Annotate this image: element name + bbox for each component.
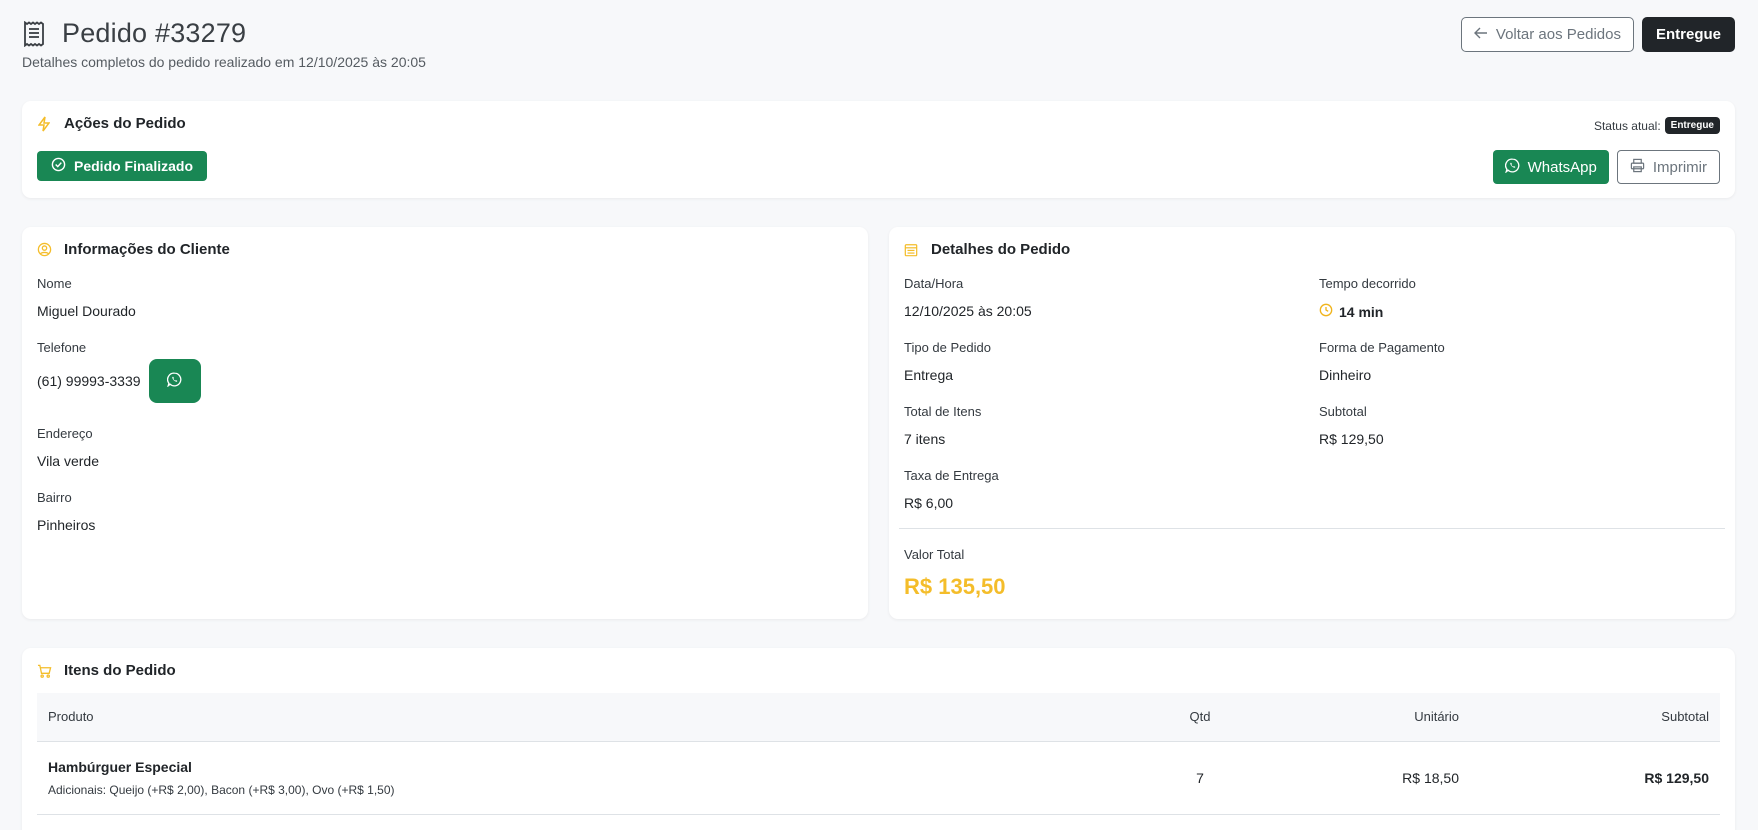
check-circle-icon: [51, 157, 66, 175]
delivery-fee: R$ 6,00: [904, 495, 954, 511]
phone-row: (61) 99993-3339: [37, 359, 201, 403]
order-actions-card: Ações do Pedido Pedido Finalizado Status…: [22, 101, 1735, 198]
client-district-label: Bairro: [37, 490, 72, 505]
receipt-icon: [22, 20, 48, 47]
client-district-field: Bairro Pinheiros: [37, 490, 95, 533]
col-qty: Qtd: [1170, 693, 1230, 742]
whatsapp-button[interactable]: WhatsApp: [1492, 150, 1609, 184]
client-name-field: Nome Miguel Dourado: [37, 276, 136, 319]
print-button[interactable]: Imprimir: [1616, 150, 1720, 184]
order-finalized-button[interactable]: Pedido Finalizado: [37, 151, 208, 181]
order-type-field: Tipo de Pedido Entrega: [904, 340, 991, 383]
status-prefix: Status atual:: [1593, 118, 1661, 133]
table-row: Hambúrguer Especial Adicionais: Queijo (…: [37, 741, 1720, 815]
col-product: Produto: [37, 693, 1170, 742]
unit-price-cell: R$ 18,50: [1230, 741, 1470, 815]
col-unit: Unitário: [1230, 693, 1470, 742]
client-name-label: Nome: [37, 276, 72, 291]
payment-method: Dinheiro: [1319, 367, 1372, 383]
lightning-icon: [36, 116, 52, 132]
order-type: Entrega: [904, 367, 954, 383]
client-address-field: Endereço Vila verde: [37, 426, 99, 469]
client-phone: (61) 99993-3339: [37, 373, 141, 389]
total-items-field: Total de Itens 7 itens: [904, 404, 982, 447]
order-datetime-field: Data/Hora 12/10/2025 às 20:05: [904, 276, 1032, 319]
whatsapp-icon: [167, 372, 182, 390]
delivery-fee-field: Taxa de Entrega R$ 6,00: [904, 468, 999, 511]
table-header-row: Produto Qtd Unitário Subtotal: [37, 693, 1720, 742]
order-actions-title: Ações do Pedido: [36, 115, 186, 132]
order-details-card: Detalhes do Pedido Data/Hora 12/10/2025 …: [889, 227, 1735, 619]
cart-icon: [36, 663, 52, 679]
qty-cell: 7: [1170, 741, 1230, 815]
details-divider: [899, 528, 1725, 529]
client-phone-label: Telefone: [37, 340, 87, 355]
row-subtotal-cell: R$ 129,50: [1470, 741, 1720, 815]
client-info-title: Informações do Cliente: [36, 241, 230, 258]
subtotal: R$ 129,50: [1319, 431, 1384, 447]
status-delivered-button[interactable]: Entregue: [1641, 17, 1735, 52]
client-address-label: Endereço: [37, 426, 93, 441]
user-circle-icon: [36, 242, 52, 258]
product-additions: Adicionais: Queijo (+R$ 2,00), Bacon (+R…: [48, 782, 395, 797]
order-details-title: Detalhes do Pedido: [903, 241, 1070, 258]
title-row: Pedido #33279: [22, 18, 246, 49]
client-address: Vila verde: [37, 453, 100, 469]
client-name: Miguel Dourado: [37, 303, 136, 319]
order-datetime: 12/10/2025 às 20:05: [904, 303, 1032, 319]
product-name: Hambúrguer Especial: [48, 758, 192, 775]
client-phone-field: Telefone (61) 99993-3339: [37, 340, 201, 403]
phone-whatsapp-button[interactable]: [148, 359, 201, 403]
clock-icon: [1319, 303, 1333, 320]
arrow-left-icon: [1473, 26, 1488, 43]
status-badge: Entregue: [1664, 117, 1720, 134]
header-actions: Voltar aos Pedidos Entregue: [1460, 17, 1735, 52]
total-value: R$ 135,50: [904, 574, 1006, 599]
items-table: Produto Qtd Unitário Subtotal Hambúrguer…: [37, 693, 1720, 815]
client-district: Pinheiros: [37, 517, 96, 533]
order-items-title: Itens do Pedido: [36, 662, 176, 679]
elapsed-time: 14 min: [1319, 303, 1416, 320]
total-items: 7 itens: [904, 431, 946, 447]
printer-icon: [1630, 158, 1645, 177]
order-page: Pedido #33279 Detalhes completos do pedi…: [22, 0, 1735, 830]
page-header: Pedido #33279 Detalhes completos do pedi…: [22, 0, 1735, 100]
subtotal-field: Subtotal R$ 129,50: [1319, 404, 1384, 447]
back-button-label: Voltar aos Pedidos: [1495, 26, 1621, 43]
col-subtotal: Subtotal: [1470, 693, 1720, 742]
whatsapp-icon: [1504, 157, 1520, 177]
calendar-icon: [903, 242, 919, 258]
current-status: Status atual: Entregue: [1594, 117, 1720, 134]
action-buttons: WhatsApp Imprimir: [1492, 150, 1720, 184]
back-to-orders-button[interactable]: Voltar aos Pedidos: [1460, 17, 1634, 52]
elapsed-time-field: Tempo decorrido 14 min: [1319, 276, 1416, 320]
page-title: Pedido #33279: [62, 18, 247, 48]
order-items-card: Itens do Pedido Produto Qtd Unitário Sub…: [22, 648, 1735, 830]
total-value-label: Valor Total: [904, 547, 965, 562]
page-subtitle: Detalhes completos do pedido realizado e…: [22, 54, 426, 70]
payment-method-field: Forma de Pagamento Dinheiro: [1319, 340, 1445, 383]
product-cell: Hambúrguer Especial Adicionais: Queijo (…: [37, 741, 1170, 815]
client-info-card: Informações do Cliente Nome Miguel Doura…: [22, 227, 868, 619]
